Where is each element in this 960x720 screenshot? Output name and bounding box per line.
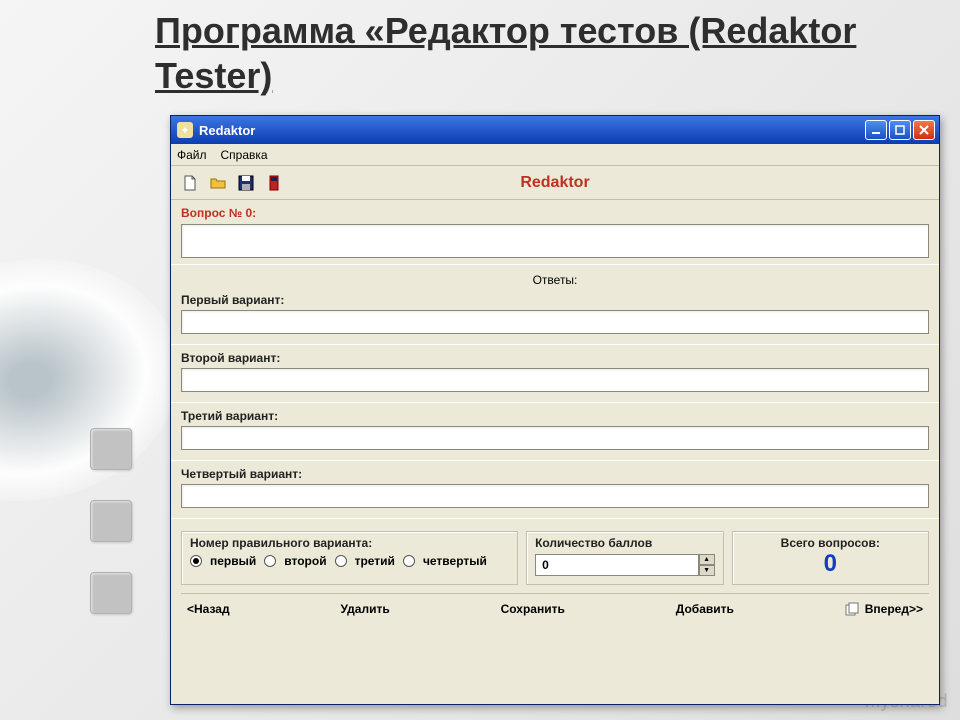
menu-file[interactable]: Файл <box>177 148 207 162</box>
decorative-square <box>90 500 132 542</box>
back-button[interactable]: <Назад <box>187 602 230 616</box>
variant3-input[interactable] <box>181 426 929 450</box>
save-file-button[interactable] <box>237 174 255 192</box>
toolbar: Redaktor <box>171 166 939 200</box>
radio-third[interactable] <box>335 555 347 567</box>
divider <box>171 344 939 345</box>
save-button[interactable]: Сохранить <box>501 602 565 616</box>
new-file-button[interactable] <box>181 174 199 192</box>
spinner-up-button[interactable]: ▲ <box>699 554 715 565</box>
radio-fourth[interactable] <box>403 555 415 567</box>
radio-first-label: первый <box>210 554 256 568</box>
app-window: ✦ Redaktor Файл Справка <box>170 115 940 705</box>
variant2-label: Второй вариант: <box>181 351 929 365</box>
correct-answer-label: Номер правильного варианта: <box>190 536 509 550</box>
variant4-label: Четвертый вариант: <box>181 467 929 481</box>
radio-third-label: третий <box>355 554 395 568</box>
minimize-button[interactable] <box>865 120 887 140</box>
variant3-label: Третий вариант: <box>181 409 929 423</box>
total-questions-value: 0 <box>741 550 920 578</box>
open-folder-icon <box>209 175 227 191</box>
variant1-input[interactable] <box>181 310 929 334</box>
navigation-bar: <Назад Удалить Сохранить Добавить Вперед… <box>181 593 929 624</box>
divider <box>171 402 939 403</box>
add-button[interactable]: Добавить <box>676 602 734 616</box>
device-button[interactable] <box>265 174 283 192</box>
question-input[interactable] <box>181 224 929 258</box>
delete-button[interactable]: Удалить <box>340 602 389 616</box>
document-stack-icon <box>845 602 861 616</box>
maximize-icon <box>895 125 905 135</box>
divider <box>171 264 939 265</box>
window-title: Redaktor <box>199 123 865 138</box>
points-label: Количество баллов <box>535 536 714 550</box>
floppy-disk-icon <box>238 175 254 191</box>
new-file-icon <box>182 175 198 191</box>
decorative-square <box>90 572 132 614</box>
correct-answer-panel: Номер правильного варианта: первый второ… <box>181 531 518 585</box>
close-button[interactable] <box>913 120 935 140</box>
client-area: Вопрос № 0: Ответы: Первый вариант: Втор… <box>171 200 939 704</box>
divider <box>171 518 939 519</box>
divider <box>171 460 939 461</box>
menubar: Файл Справка <box>171 144 939 166</box>
maximize-button[interactable] <box>889 120 911 140</box>
titlebar[interactable]: ✦ Redaktor <box>171 116 939 144</box>
app-icon: ✦ <box>177 122 193 138</box>
open-file-button[interactable] <box>209 174 227 192</box>
total-questions-panel: Всего вопросов: 0 <box>732 531 929 585</box>
radio-fourth-label: четвертый <box>423 554 487 568</box>
menu-help[interactable]: Справка <box>221 148 268 162</box>
variant4-input[interactable] <box>181 484 929 508</box>
toolbar-title: Redaktor <box>171 174 939 192</box>
minimize-icon <box>871 125 881 135</box>
slide-title: Программа «Редактор тестов (Redaktor Tes… <box>155 8 925 98</box>
close-icon <box>919 125 929 135</box>
radio-first[interactable] <box>190 555 202 567</box>
spinner-down-button[interactable]: ▼ <box>699 565 715 576</box>
radio-second-label: второй <box>284 554 326 568</box>
decorative-square <box>90 428 132 470</box>
question-label: Вопрос № 0: <box>181 206 929 220</box>
points-spinner[interactable]: 0 ▲ ▼ <box>535 554 714 576</box>
points-value[interactable]: 0 <box>535 554 698 576</box>
answers-header: Ответы: <box>181 271 929 289</box>
variant1-label: Первый вариант: <box>181 293 929 307</box>
total-questions-label: Всего вопросов: <box>741 536 920 550</box>
points-panel: Количество баллов 0 ▲ ▼ <box>526 531 723 585</box>
variant2-input[interactable] <box>181 368 929 392</box>
forward-button[interactable]: Вперед>> <box>845 602 923 616</box>
device-icon <box>268 175 280 191</box>
radio-second[interactable] <box>264 555 276 567</box>
